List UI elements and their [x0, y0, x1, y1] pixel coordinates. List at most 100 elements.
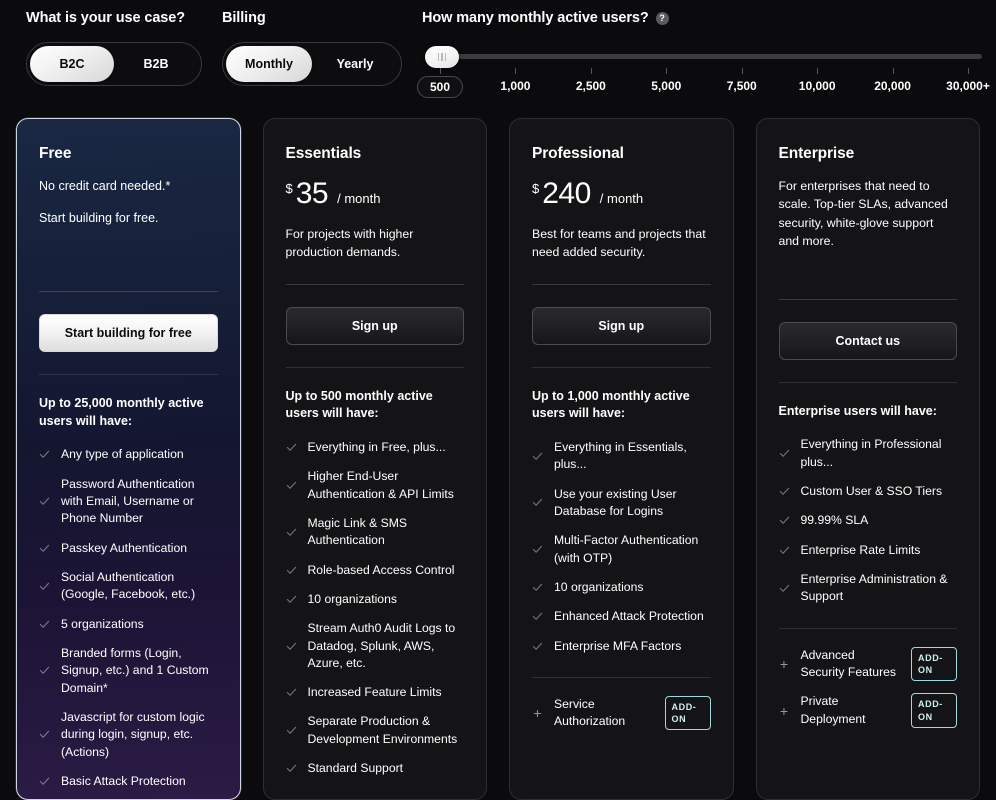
- plan-cta-button[interactable]: Sign up: [285, 306, 464, 345]
- feature-label: 99.99% SLA: [800, 513, 869, 528]
- feature-label: Branded forms (Login, Signup, etc.) and …: [61, 645, 209, 695]
- mau-tick: [440, 68, 441, 74]
- billing-control: Billing Monthly Yearly: [222, 10, 422, 110]
- feature-label: Enterprise MFA Factors: [554, 638, 682, 653]
- plan-price: $240 / month: [532, 177, 711, 211]
- feature-item: Basic Attack Protection: [39, 773, 218, 790]
- help-circle-icon[interactable]: ?: [655, 11, 669, 25]
- feature-item: Role-based Access Control: [286, 562, 465, 579]
- mau-tick: [741, 68, 743, 74]
- mau-tick: [968, 68, 969, 74]
- feature-item: Separate Production & Development Enviro…: [286, 713, 465, 748]
- mau-tick: [590, 68, 592, 74]
- feature-label: Social Authentication (Google, Facebook,…: [61, 569, 196, 602]
- check-icon: [39, 496, 50, 507]
- billing-title: Billing: [222, 10, 266, 26]
- mau-slider-track[interactable]: [436, 54, 982, 59]
- divider-top: [39, 291, 218, 293]
- plan-cta-button[interactable]: Start building for free: [39, 314, 218, 353]
- feature-item: Passkey Authentication: [39, 540, 218, 557]
- mau-tick: [515, 68, 517, 74]
- mau-tick-label[interactable]: 20,000: [874, 79, 911, 93]
- addon-item[interactable]: + Advanced Security Features ADD-ON: [779, 646, 957, 682]
- feature-item: Enterprise Administration & Support: [779, 571, 958, 606]
- check-icon: [286, 687, 297, 698]
- mau-tick-label[interactable]: 2,500: [576, 79, 606, 93]
- check-icon: [779, 448, 790, 459]
- addon-badge: ADD-ON: [911, 646, 957, 682]
- feature-label: Password Authentication with Email, User…: [61, 476, 195, 526]
- price-currency: $: [532, 181, 540, 196]
- feature-label: Use your existing User Database for Logi…: [554, 486, 677, 518]
- plan-name: Free: [39, 145, 72, 162]
- addon-item[interactable]: + Private Deployment ADD-ON: [779, 693, 957, 728]
- mau-tick-label[interactable]: 5,000: [651, 79, 681, 93]
- feature-item: Enterprise MFA Factors: [532, 638, 711, 655]
- billing-toggle[interactable]: Monthly Yearly: [222, 42, 402, 86]
- check-icon: [39, 543, 50, 554]
- feature-label: Everything in Essentials, plus...: [554, 439, 687, 472]
- mau-title-row: How many monthly active users? ?: [422, 10, 986, 26]
- feature-item: Increased Feature Limits: [286, 684, 465, 701]
- divider-bottom: [778, 381, 957, 383]
- features-heading: Up to 25,000 monthly active users will h…: [39, 396, 204, 428]
- feature-label: 5 organizations: [61, 616, 144, 631]
- feature-label: Everything in Professional plus...: [800, 437, 942, 469]
- features-list: Everything in Free, plus... Higher End-Us…: [286, 439, 465, 778]
- mau-control: How many monthly active users? ? 500 1,00…: [416, 10, 996, 110]
- addon-label: Private Deployment: [800, 694, 866, 726]
- plan-description: Best for teams and projects that need ad…: [532, 227, 706, 260]
- use-case-title: What is your use case?: [26, 10, 185, 26]
- use-case-option-b2b[interactable]: B2B: [114, 46, 198, 82]
- billing-option-yearly[interactable]: Yearly: [312, 46, 398, 82]
- mau-tick-label[interactable]: 10,000: [799, 79, 836, 93]
- feature-item: Magic Link & SMS Authentication: [286, 515, 465, 550]
- mau-tick: [892, 68, 894, 74]
- features-list: Everything in Essentials, plus... Use you…: [532, 439, 711, 655]
- feature-item: Custom User & SSO Tiers: [779, 483, 958, 500]
- mau-tick-label[interactable]: 7,500: [727, 79, 757, 93]
- check-icon: [39, 729, 50, 740]
- feature-item: 99.99% SLA: [779, 512, 958, 529]
- billing-option-monthly[interactable]: Monthly: [226, 46, 312, 82]
- mau-tick-label[interactable]: 30,000+: [946, 79, 990, 93]
- feature-item: Enterprise Rate Limits: [779, 542, 958, 559]
- addon-item[interactable]: + Service Authorization ADD-ON: [532, 696, 711, 731]
- check-icon: [532, 641, 543, 652]
- addon-label: Advanced Security Features: [800, 647, 897, 679]
- feature-item: Any type of application: [39, 446, 218, 463]
- check-icon: [532, 544, 543, 555]
- feature-label: Enhanced Attack Protection: [554, 609, 704, 624]
- feature-item: Stream Auth0 Audit Logs to Datadog, Splu…: [286, 620, 465, 672]
- feature-item: Use your existing User Database for Logi…: [532, 486, 711, 521]
- mau-tick-label[interactable]: 1,000: [500, 79, 530, 93]
- divider-addons: [532, 676, 711, 678]
- controls-bar: What is your use case? B2C B2B Billing M…: [0, 0, 996, 110]
- pricing-card-enterprise: Enterprise For enterprises that need to s…: [755, 118, 980, 800]
- plus-icon: +: [779, 655, 789, 672]
- check-icon: [286, 565, 297, 576]
- addons-list: + Service Authorization ADD-ON: [532, 696, 711, 731]
- check-icon: [39, 619, 50, 630]
- use-case-option-b2c[interactable]: B2C: [30, 46, 114, 82]
- plan-cta-button[interactable]: Contact us: [778, 321, 957, 360]
- check-icon: [779, 583, 790, 594]
- feature-label: Passkey Authentication: [61, 540, 188, 555]
- feature-label: Higher End-User Authentication & API Lim…: [307, 469, 454, 501]
- plan-cta-button[interactable]: Sign up: [532, 306, 711, 345]
- features-heading: Up to 1,000 monthly active users will ha…: [532, 388, 690, 421]
- mau-selected-value[interactable]: 500: [416, 76, 464, 98]
- check-icon: [779, 515, 790, 526]
- feature-label: Role-based Access Control: [307, 562, 455, 577]
- check-icon: [532, 451, 543, 462]
- divider-addons: [778, 627, 957, 629]
- feature-label: Custom User & SSO Tiers: [800, 483, 943, 498]
- price-amount: 240: [542, 177, 591, 210]
- check-icon: [779, 545, 790, 556]
- mau-slider-thumb[interactable]: [425, 46, 459, 68]
- use-case-toggle[interactable]: B2C B2B: [26, 42, 202, 86]
- plus-icon: +: [533, 705, 542, 722]
- plan-description: For enterprises that need to scale. Top-…: [778, 179, 948, 249]
- feature-label: Basic Attack Protection: [61, 773, 186, 788]
- divider-top: [778, 298, 957, 300]
